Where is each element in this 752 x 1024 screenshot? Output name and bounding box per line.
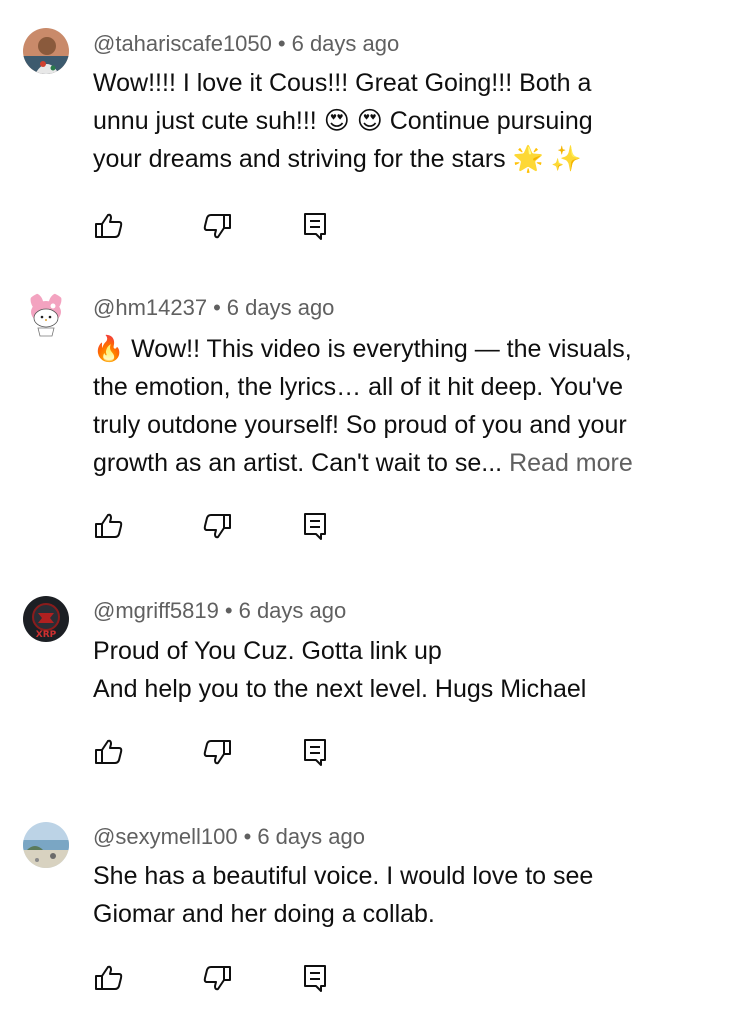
thumbs-up-icon xyxy=(95,965,123,990)
read-more-link[interactable]: Read more xyxy=(509,449,633,477)
comment-line: Wow!!!! I love it Cous!!! Great Going!!!… xyxy=(93,69,592,97)
separator-dot: • xyxy=(213,295,221,320)
comment-text: 🔥 Wow!! This video is everything — the v… xyxy=(93,330,733,482)
reply-button[interactable] xyxy=(299,510,331,542)
dislike-button[interactable] xyxy=(201,962,233,994)
comment-text: She has a beautiful voice. I would love … xyxy=(93,857,733,933)
comment-username[interactable]: @sexymell100 xyxy=(93,824,238,849)
comment-meta: @mgriff5819 • 6 days ago xyxy=(93,597,346,625)
comment-time: 6 days ago xyxy=(291,31,400,56)
thumbs-down-icon xyxy=(203,214,231,239)
reply-comment-icon xyxy=(304,513,326,540)
reply-comment-icon xyxy=(304,739,326,766)
avatar[interactable]: XRP xyxy=(23,596,69,642)
separator-dot: • xyxy=(243,824,252,849)
comment-username[interactable]: @tahariscafe1050 xyxy=(93,31,272,56)
reply-button[interactable] xyxy=(299,962,331,994)
reply-button[interactable] xyxy=(299,210,331,242)
comment-line-text: growth as an artist. Can't wait to se... xyxy=(93,449,503,477)
thumbs-up-icon xyxy=(95,213,123,238)
comment-actions xyxy=(93,962,343,994)
comment-line: growth as an artist. Can't wait to se...… xyxy=(93,444,733,482)
comment-username[interactable]: @hm14237 xyxy=(93,295,207,320)
comment-line: Proud of You Cuz. Gotta link up xyxy=(93,637,442,665)
comment-meta: @sexymell100 • 6 days ago xyxy=(93,823,365,851)
comment-line: the emotion, the lyrics… all of it hit d… xyxy=(93,373,624,401)
comment-line: She has a beautiful voice. I would love … xyxy=(93,862,594,890)
dislike-button[interactable] xyxy=(201,210,233,242)
avatar[interactable] xyxy=(23,292,69,338)
thumbs-up-icon xyxy=(95,513,123,538)
separator-dot: • xyxy=(277,31,286,56)
thumbs-down-icon xyxy=(203,514,231,539)
comment-actions xyxy=(93,510,343,542)
comment-text: Proud of You Cuz. Gotta link up And help… xyxy=(93,632,733,708)
comment-actions xyxy=(93,210,343,242)
like-button[interactable] xyxy=(93,962,125,994)
comment-username[interactable]: @mgriff5819 xyxy=(93,598,219,623)
avatar[interactable] xyxy=(23,822,69,868)
comment-time: 6 days ago xyxy=(226,295,335,320)
comment-line: Giomar and her doing a collab. xyxy=(93,900,435,928)
like-button[interactable] xyxy=(93,210,125,242)
thumbs-up-icon xyxy=(95,739,123,764)
reply-button[interactable] xyxy=(299,736,331,768)
comment-time: 6 days ago xyxy=(238,598,347,623)
dislike-button[interactable] xyxy=(201,510,233,542)
comment-time: 6 days ago xyxy=(257,824,365,849)
comment-line: 🔥 Wow!! This video is everything — the v… xyxy=(93,335,632,363)
separator-dot: • xyxy=(224,598,233,623)
comment-line: truly outdone yourself! So proud of you … xyxy=(93,411,627,439)
avatar[interactable] xyxy=(23,28,69,74)
comment-meta: @tahariscafe1050 • 6 days ago xyxy=(93,30,399,58)
comment-line: And help you to the next level. Hugs Mic… xyxy=(93,675,587,703)
like-button[interactable] xyxy=(93,736,125,768)
like-button[interactable] xyxy=(93,510,125,542)
comment-actions xyxy=(93,736,343,768)
dislike-button[interactable] xyxy=(201,736,233,768)
comment-line: your dreams and striving for the stars 🌟… xyxy=(93,145,582,173)
reply-comment-icon xyxy=(304,213,326,240)
thumbs-down-icon xyxy=(203,966,231,991)
comment-meta: @hm14237 • 6 days ago xyxy=(93,294,334,322)
comment-text: Wow!!!! I love it Cous!!! Great Going!!!… xyxy=(93,64,733,178)
comment-line: unnu just cute suh!!! 😍 😍 Continue pursu… xyxy=(93,107,593,135)
thumbs-down-icon xyxy=(203,740,231,765)
svg-text:XRP: XRP xyxy=(36,630,57,640)
reply-comment-icon xyxy=(304,965,326,992)
